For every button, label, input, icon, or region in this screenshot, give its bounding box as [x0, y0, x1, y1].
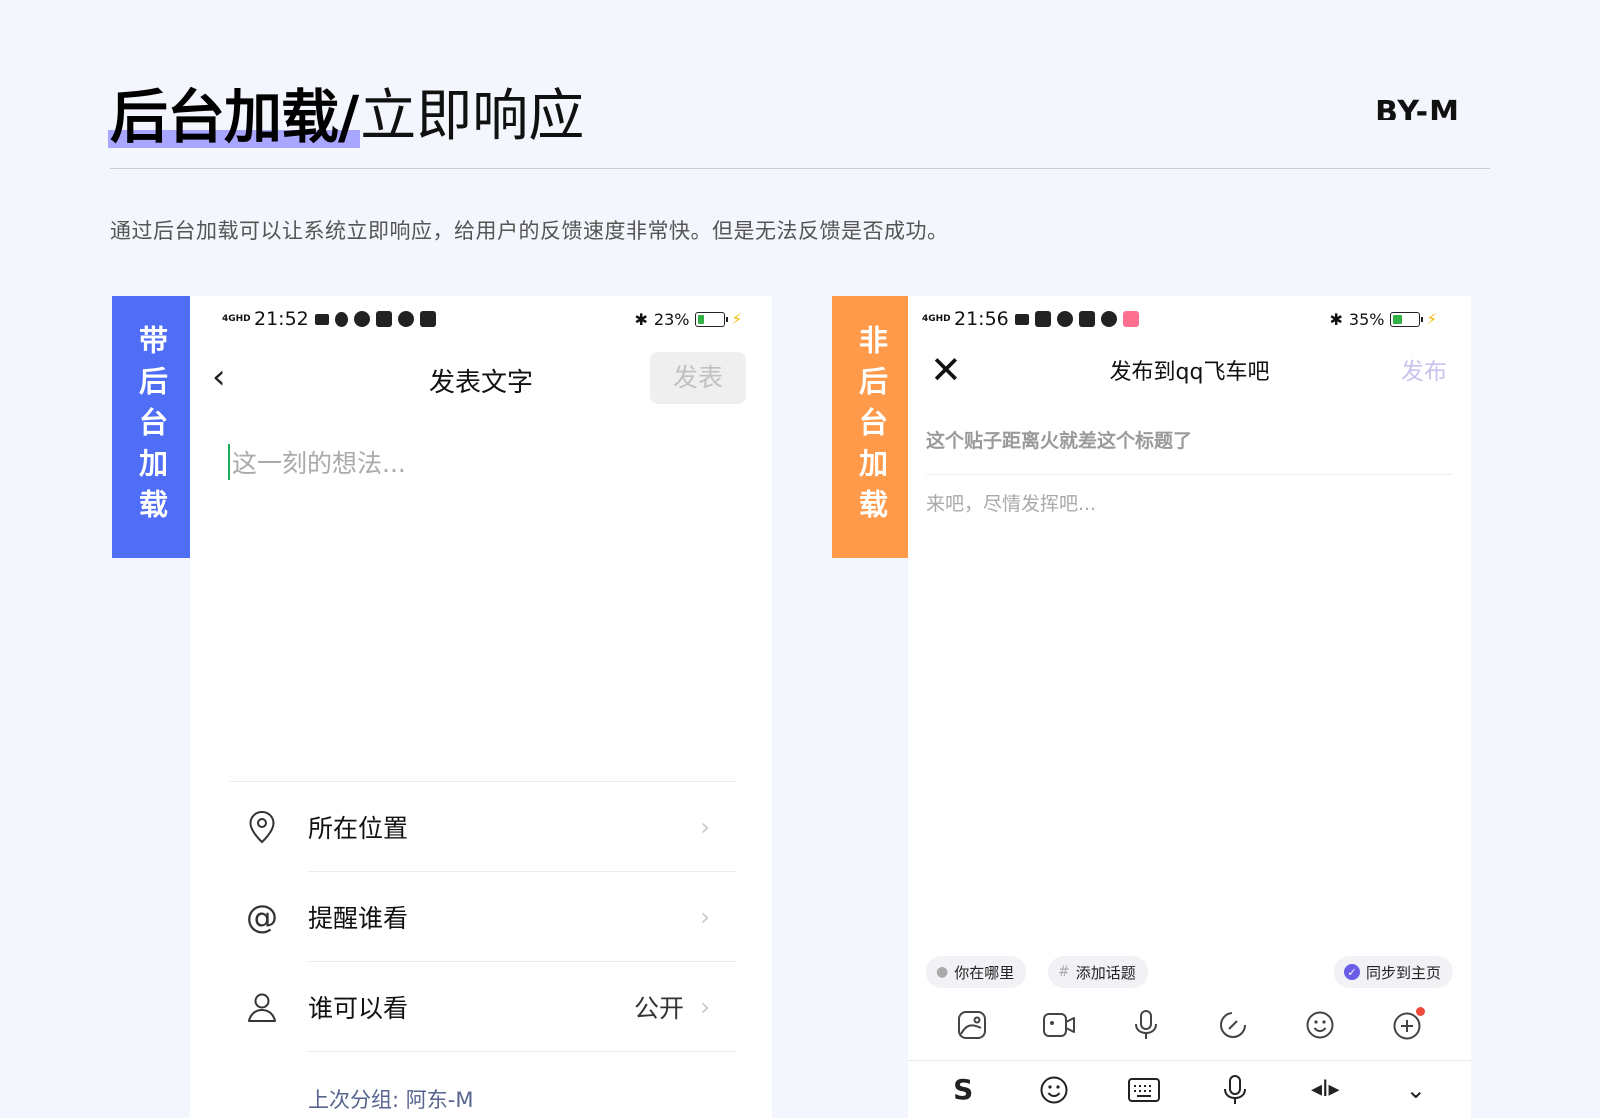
post-button[interactable]: 发布 — [1401, 352, 1447, 386]
title-bold: 后台加载 — [107, 83, 341, 151]
status-time: 21:52 — [254, 308, 309, 330]
signal-icon: 4GHD — [222, 313, 251, 324]
alipay-icon — [375, 311, 392, 327]
brand-logo: BY-M — [1375, 96, 1460, 120]
description: 通过后台加载可以让系统立即响应，给用户的反馈速度非常快。但是无法反馈是否成功。 — [110, 219, 949, 243]
notification-dot — [1416, 1007, 1426, 1016]
app-icon — [397, 311, 414, 327]
text-input[interactable]: 这一刻的想法... — [232, 444, 406, 480]
option-label: 谁可以看 — [308, 994, 409, 1023]
nav-bar: ‹ 发表文字 发表 — [190, 348, 772, 408]
video-icon — [314, 313, 329, 325]
video-camera-icon[interactable] — [1041, 1007, 1077, 1043]
topic-chip[interactable]: # 添加话题 — [1048, 956, 1148, 988]
left-phone-screen: 4GHD 21:52 ✱ 23% ⚡ ‹ 发表文字 发表 这一刻的想法... 所… — [190, 296, 772, 1118]
bluetooth-icon: ✱ — [1329, 309, 1343, 329]
battery-percent: 35% — [1348, 309, 1385, 329]
charging-icon: ⚡ — [731, 310, 742, 328]
message-icon — [1100, 311, 1117, 327]
microphone-icon[interactable] — [1217, 1072, 1253, 1108]
video-icon — [1014, 313, 1029, 325]
title-separator: / — [335, 83, 361, 151]
location-pin-icon — [244, 809, 280, 845]
person-icon — [244, 989, 280, 1025]
option-label: 所在位置 — [308, 814, 409, 843]
title-divider — [926, 474, 1453, 475]
at-sign-icon: @ — [246, 898, 278, 936]
microphone-icon[interactable] — [1128, 1007, 1164, 1043]
chip-label: 添加话题 — [1075, 963, 1136, 982]
keyboard-toolbar: S ◂Ⅰ▸ ⌄ — [908, 1060, 1471, 1118]
status-bar: 4GHD 21:52 ✱ 23% ⚡ — [190, 306, 772, 332]
option-value: 公开 — [633, 994, 684, 1023]
nav-bar: ✕ 发布到qq飞车吧 发布 — [908, 350, 1471, 400]
taobao-icon — [1078, 311, 1095, 327]
image-icon[interactable] — [954, 1007, 990, 1043]
alipay-icon — [1034, 311, 1051, 327]
location-chip[interactable]: ● 你在哪里 — [926, 956, 1027, 988]
option-location[interactable]: 所在位置 › — [230, 782, 736, 872]
chevron-right-icon: › — [700, 903, 710, 931]
chip-row: ● 你在哪里 # 添加话题 ✓ 同步到主页 — [926, 956, 1453, 988]
chevron-down-icon[interactable]: ⌄ — [1398, 1072, 1434, 1108]
nav-title: 发布到qq飞车吧 — [1109, 360, 1270, 385]
battery-icon — [695, 311, 729, 327]
emoji-icon[interactable] — [1036, 1072, 1072, 1108]
tag-with-background-loading: 带后台加载 — [112, 296, 190, 558]
charging-icon: ⚡ — [1426, 310, 1437, 328]
option-mention[interactable]: @ 提醒谁看 › — [230, 872, 736, 962]
options-list: 所在位置 › @ 提醒谁看 › 谁可以看 公开 › — [230, 781, 736, 1052]
location-pin-icon: ● — [936, 964, 949, 980]
chevron-right-icon: › — [700, 813, 710, 841]
last-group-link[interactable]: 上次分组: 阿东-M — [308, 1084, 473, 1114]
battery-icon — [1390, 311, 1424, 327]
title-light: 立即响应 — [360, 84, 585, 149]
check-icon: ✓ — [1343, 964, 1360, 980]
app-icon — [1056, 311, 1073, 327]
app-pink-icon — [1122, 311, 1139, 327]
cursor-move-icon[interactable]: ◂Ⅰ▸ — [1307, 1072, 1343, 1108]
option-label: 提醒谁看 — [308, 904, 409, 933]
chip-label: 同步到主页 — [1365, 963, 1441, 982]
link-icon[interactable] — [1215, 1007, 1251, 1043]
sogou-icon[interactable]: S — [945, 1072, 981, 1108]
chevron-right-icon: › — [700, 993, 710, 1021]
bluetooth-icon: ✱ — [634, 309, 648, 329]
emoji-icon[interactable] — [1302, 1007, 1338, 1043]
right-phone-screen: 4GHD 21:56 ✱ 35% ⚡ ✕ 发布到qq飞车吧 发布 这个贴子距离火… — [908, 296, 1471, 1118]
status-bar: 4GHD 21:56 ✱ 35% ⚡ — [908, 306, 1471, 332]
sync-chip[interactable]: ✓ 同步到主页 — [1333, 956, 1453, 988]
add-icon[interactable] — [1389, 1007, 1426, 1043]
weibo-icon — [353, 311, 370, 327]
text-caret — [228, 444, 230, 480]
post-button[interactable]: 发表 — [650, 352, 746, 404]
header-divider — [110, 168, 1490, 169]
keyboard-icon[interactable] — [1126, 1072, 1162, 1108]
tag-without-background-loading: 非后台加载 — [832, 296, 910, 558]
title-input[interactable]: 这个贴子距离火就差这个标题了 — [926, 426, 1192, 453]
status-time: 21:56 — [954, 308, 1009, 330]
taobao-icon — [419, 311, 436, 327]
toolbar — [908, 998, 1471, 1052]
qq-icon — [334, 311, 348, 327]
page-title: 后台加载 / 立即响应 — [107, 80, 585, 151]
chip-label: 你在哪里 — [954, 963, 1015, 982]
body-input[interactable]: 来吧，尽情发挥吧... — [926, 489, 1096, 516]
signal-icon: 4GHD — [922, 313, 951, 324]
option-visibility[interactable]: 谁可以看 公开 › — [230, 962, 736, 1052]
hashtag-icon: # — [1058, 964, 1070, 980]
battery-percent: 23% — [653, 309, 690, 329]
